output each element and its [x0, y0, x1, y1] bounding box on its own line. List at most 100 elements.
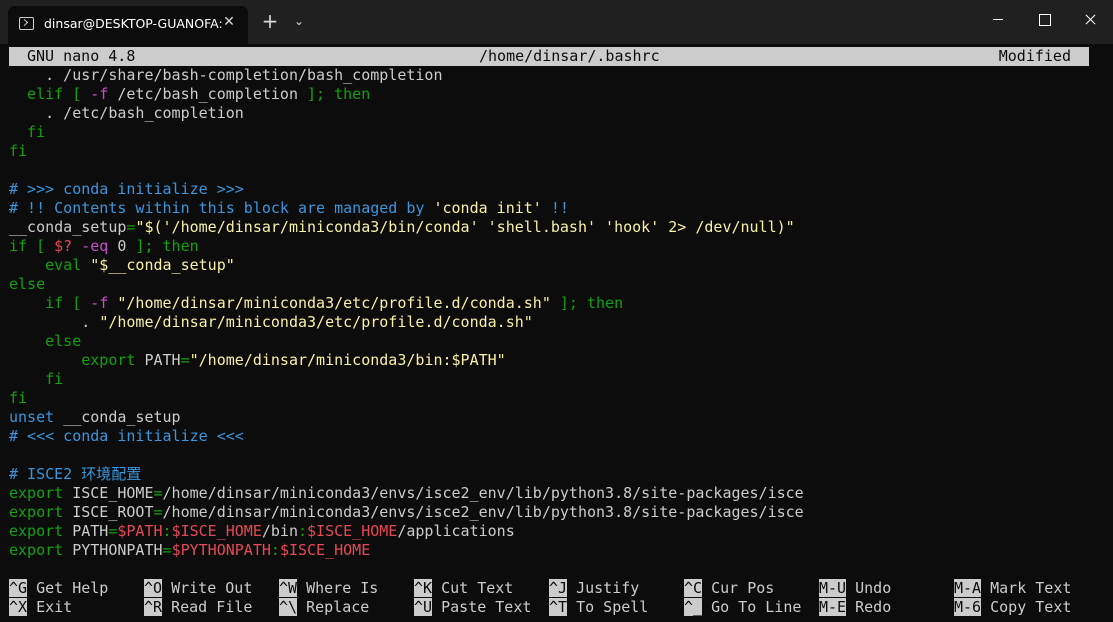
code-token: $ISCE_HOME: [171, 522, 262, 540]
editor-line[interactable]: . /usr/share/bash-completion/bash_comple…: [9, 66, 1104, 85]
shortcut-key: ^G: [9, 579, 28, 597]
shortcut-where-is[interactable]: ^W Where Is: [279, 579, 378, 598]
shortcut-label: Cut Text: [432, 579, 514, 597]
code-token: /bin: [261, 522, 298, 540]
terminal-tab[interactable]: dinsar@DESKTOP-GUANOFA: ✕: [8, 6, 248, 44]
shortcut-paste-text[interactable]: ^U Paste Text: [414, 598, 531, 617]
editor-line[interactable]: export PATH="/home/dinsar/miniconda3/bin…: [9, 351, 1104, 370]
code-token: 'conda init': [433, 199, 542, 217]
editor-line[interactable]: else: [9, 275, 1104, 294]
code-token: else: [9, 275, 46, 293]
editor-line[interactable]: fi: [9, 389, 1104, 408]
editor-line[interactable]: export PYTHONPATH=$PYTHONPATH:$ISCE_HOME: [9, 541, 1104, 560]
editor-line[interactable]: fi: [9, 123, 1104, 142]
code-token: $PATH: [117, 522, 163, 540]
nano-version: GNU nano 4.8: [27, 47, 136, 65]
shortcut-key: ^O: [144, 579, 163, 597]
code-token: =: [153, 484, 163, 502]
code-token: /home/dinsar/miniconda3/envs/isce2_env/l…: [162, 503, 804, 521]
shortcut-go-to-line[interactable]: ^_ Go To Line: [684, 598, 801, 617]
shortcut-label: Redo: [846, 598, 892, 616]
shortcut-cut-text[interactable]: ^K Cut Text: [414, 579, 513, 598]
shortcut-label: To Spell: [567, 598, 649, 616]
shortcut-key: ^K: [414, 579, 433, 597]
code-token: ISCE_ROOT: [72, 503, 154, 521]
editor-line[interactable]: # !! Contents within this block are mana…: [9, 199, 1104, 218]
editor-line[interactable]: export ISCE_ROOT=/home/dinsar/miniconda3…: [9, 503, 1104, 522]
code-token: [: [72, 85, 91, 103]
shortcut-label: Cur Pos: [702, 579, 775, 597]
code-token: =: [180, 351, 190, 369]
code-token: /home/dinsar/miniconda3/envs/isce2_env/l…: [162, 484, 804, 502]
editor-line[interactable]: if [ -f "/home/dinsar/miniconda3/etc/pro…: [9, 294, 1104, 313]
shortcut-label: Undo: [846, 579, 892, 597]
shortcut-cur-pos[interactable]: ^C Cur Pos: [684, 579, 774, 598]
code-token: -eq: [81, 237, 109, 255]
editor-line[interactable]: else: [9, 332, 1104, 351]
editor-line[interactable]: __conda_setup="$('/home/dinsar/miniconda…: [9, 218, 1104, 237]
shortcut-copy-text[interactable]: M-6 Copy Text: [954, 598, 1071, 617]
code-token: $PYTHONPATH: [171, 541, 271, 559]
shortcut-exit[interactable]: ^X Exit: [9, 598, 72, 617]
shortcut-get-help[interactable]: ^G Get Help: [9, 579, 108, 598]
shortcut-justify[interactable]: ^J Justify: [549, 579, 639, 598]
code-token: $ISCE_HOME: [279, 541, 371, 559]
code-token: "/home/dinsar/miniconda3/etc/profile.d/c…: [117, 294, 551, 312]
editor-line[interactable]: fi: [9, 142, 1104, 161]
code-token: /applications: [397, 522, 515, 540]
shortcut-replace[interactable]: ^\ Replace: [279, 598, 369, 617]
code-token: :: [270, 541, 280, 559]
editor-line[interactable]: [9, 446, 1104, 465]
code-token: =: [153, 503, 163, 521]
shortcut-key: M-U: [819, 579, 847, 597]
editor-line[interactable]: export PATH=$PATH:$ISCE_HOME/bin:$ISCE_H…: [9, 522, 1104, 541]
shortcut-label: Write Out: [162, 579, 253, 597]
shortcut-undo[interactable]: M-U Undo: [819, 579, 891, 598]
editor-line[interactable]: # <<< conda initialize <<<: [9, 427, 1104, 446]
code-token: :: [162, 522, 172, 540]
shortcut-key: ^_: [684, 598, 703, 616]
plus-icon[interactable]: +: [259, 10, 281, 32]
code-token: export: [9, 503, 73, 521]
shortcut-label: Get Help: [27, 579, 109, 597]
code-token: __conda_setup: [63, 408, 181, 426]
editor-line[interactable]: . "/home/dinsar/miniconda3/etc/profile.d…: [9, 313, 1104, 332]
code-token: -f: [90, 85, 109, 103]
code-token: fi: [9, 142, 28, 160]
editor-line[interactable]: elif [ -f /etc/bash_completion ]; then: [9, 85, 1104, 104]
shortcut-read-file[interactable]: ^R Read File: [144, 598, 252, 617]
code-token: export: [9, 351, 145, 369]
editor-line[interactable]: fi: [9, 370, 1104, 389]
code-token: "$__conda_setup": [90, 256, 235, 274]
code-token: # ISCE2 环境配置: [9, 465, 142, 483]
shortcut-label: Where Is: [297, 579, 379, 597]
minimize-icon[interactable]: [975, 0, 1021, 38]
code-token: export: [9, 484, 73, 502]
code-token: else: [9, 332, 82, 350]
chevron-down-icon[interactable]: ⌄: [288, 10, 310, 32]
editor-line[interactable]: unset __conda_setup: [9, 408, 1104, 427]
editor-line[interactable]: if [ $? -eq 0 ]; then: [9, 237, 1104, 256]
shortcut-label: Exit: [27, 598, 73, 616]
editor-line[interactable]: [9, 161, 1104, 180]
shortcut-bar: ^G Get Help ^X Exit ^O Write Out ^R Read Fi…: [9, 579, 1104, 617]
maximize-icon[interactable]: [1021, 0, 1067, 38]
shortcut-redo[interactable]: M-E Redo: [819, 598, 891, 617]
shortcut-mark-text[interactable]: M-A Mark Text: [954, 579, 1071, 598]
shortcut-write-out[interactable]: ^O Write Out: [144, 579, 252, 598]
tab-title: dinsar@DESKTOP-GUANOFA:: [44, 16, 223, 31]
editor-line[interactable]: # ISCE2 环境配置: [9, 465, 1104, 484]
close-window-icon[interactable]: [1067, 0, 1113, 38]
editor-line[interactable]: . /etc/bash_completion: [9, 104, 1104, 123]
editor-buffer[interactable]: . /usr/share/bash-completion/bash_comple…: [9, 66, 1104, 560]
shortcut-label: Justify: [567, 579, 640, 597]
editor-line[interactable]: # >>> conda initialize >>>: [9, 180, 1104, 199]
nano-filename: /home/dinsar/.bashrc: [479, 47, 660, 65]
shortcut-to-spell[interactable]: ^T To Spell: [549, 598, 648, 617]
editor-line[interactable]: eval "$__conda_setup": [9, 256, 1104, 275]
editor-line[interactable]: export ISCE_HOME=/home/dinsar/miniconda3…: [9, 484, 1104, 503]
close-icon[interactable]: ✕: [220, 13, 238, 31]
terminal-area[interactable]: GNU nano 4.8 /home/dinsar/.bashrc Modifi…: [0, 44, 1113, 622]
shortcut-key: M-E: [819, 598, 847, 616]
